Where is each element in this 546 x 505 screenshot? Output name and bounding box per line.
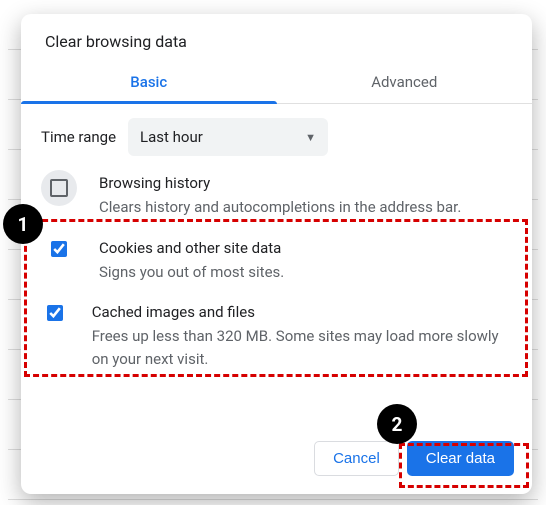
time-range-row: Time range Last hour ▼ [41,118,512,156]
option-desc: Clears history and autocompletions in th… [99,196,461,219]
checkbox-cache[interactable] [47,305,63,321]
time-range-label: Time range [41,128,116,146]
dialog-title: Clear browsing data [21,14,532,63]
option-cookies: Cookies and other site data Signs you ou… [41,239,512,284]
option-cache: Cached images and files Frees up less th… [41,303,512,370]
option-desc: Signs you out of most sites. [99,261,284,284]
option-title: Cookies and other site data [99,239,284,257]
tab-basic[interactable]: Basic [21,63,277,103]
cancel-button[interactable]: Cancel [314,441,399,476]
option-browsing-history: Browsing history Clears history and auto… [41,174,512,219]
option-title: Browsing history [99,174,461,192]
dialog-content: Time range Last hour ▼ Browsing history … [21,104,532,429]
tabs: Basic Advanced [21,63,532,104]
checkbox-browsing-history[interactable] [41,170,77,206]
option-title: Cached images and files [92,303,512,321]
time-range-value: Last hour [140,128,203,146]
dialog-footer: Cancel Clear data [21,429,532,494]
clear-browsing-data-dialog: Clear browsing data Basic Advanced Time … [21,14,532,494]
checkbox-cookies[interactable] [51,241,67,257]
checkbox-unchecked-icon [50,179,68,197]
chevron-down-icon: ▼ [305,131,316,144]
tab-advanced[interactable]: Advanced [277,63,533,103]
option-desc: Frees up less than 320 MB. Some sites ma… [92,325,512,370]
time-range-dropdown[interactable]: Last hour ▼ [128,118,328,156]
clear-data-button[interactable]: Clear data [407,441,514,476]
